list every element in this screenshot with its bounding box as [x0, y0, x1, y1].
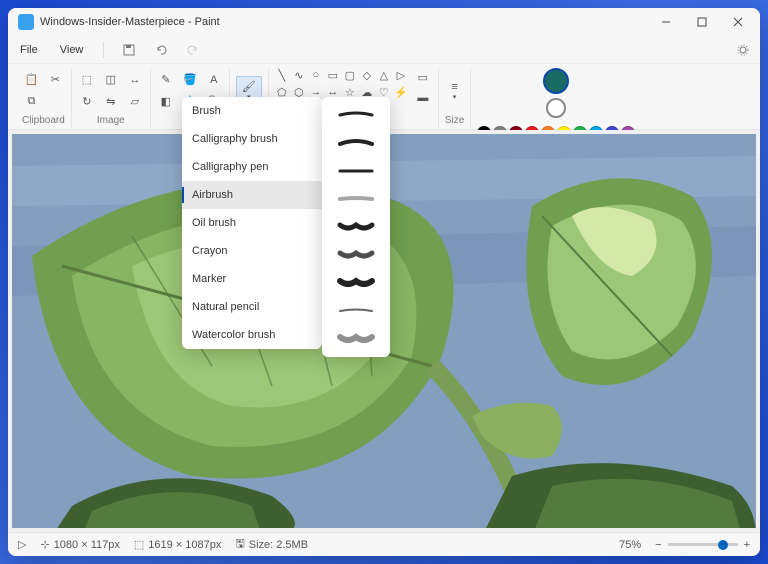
group-colors: Colors	[471, 68, 641, 129]
primary-color[interactable]	[543, 68, 569, 94]
undo-icon[interactable]	[152, 41, 170, 59]
brush-preview-stroke	[322, 241, 390, 269]
resize-icon[interactable]: ↔	[126, 71, 144, 89]
text-icon[interactable]: A	[205, 71, 223, 89]
shape-fill-icon[interactable]: ▬	[414, 89, 432, 107]
brush-preview-stroke	[322, 325, 390, 353]
status-position: ⊹ 1080 × 117px	[40, 538, 119, 551]
brush-option[interactable]: Natural pencil	[182, 293, 322, 321]
brush-option[interactable]: Calligraphy pen	[182, 153, 322, 181]
brush-preview	[322, 97, 390, 357]
maximize-button[interactable]	[684, 8, 720, 36]
group-size: ≡▾ Size	[439, 68, 471, 129]
window-title: Windows-Insider-Masterpiece - Paint	[40, 16, 648, 28]
brush-option[interactable]: Brush	[182, 97, 322, 125]
status-selection: ⬚ 1619 × 1087px	[134, 538, 222, 551]
copy-icon[interactable]: ⧉	[22, 93, 40, 111]
brush-preview-stroke	[322, 101, 390, 129]
group-label-clipboard: Clipboard	[22, 113, 65, 129]
brush-preview-stroke	[322, 213, 390, 241]
brush-preview-stroke	[322, 185, 390, 213]
zoom-out-button[interactable]: −	[655, 539, 661, 551]
cursor-icon: ▷	[18, 538, 26, 551]
redo-icon[interactable]	[184, 41, 202, 59]
brush-preview-stroke	[322, 297, 390, 325]
group-clipboard: 📋 ✂ ⧉ Clipboard	[16, 68, 72, 129]
group-label-size: Size	[445, 113, 464, 129]
menu-file[interactable]: File	[16, 41, 42, 59]
brush-preview-stroke	[322, 157, 390, 185]
save-icon[interactable]	[120, 41, 138, 59]
select-icon[interactable]: ⬚	[78, 71, 96, 89]
cut-icon[interactable]: ✂	[46, 71, 64, 89]
zoom-value: 75%	[619, 539, 641, 551]
brush-menu: BrushCalligraphy brushCalligraphy penAir…	[182, 97, 322, 349]
menubar: File View	[8, 36, 760, 64]
paste-icon[interactable]: 📋	[22, 71, 40, 89]
fill-icon[interactable]: 🪣	[181, 71, 199, 89]
brush-preview-stroke	[322, 269, 390, 297]
settings-icon[interactable]	[734, 41, 752, 59]
brush-option[interactable]: Calligraphy brush	[182, 125, 322, 153]
flip-icon[interactable]: ⇋	[102, 93, 120, 111]
pencil-icon[interactable]: ✎	[157, 71, 175, 89]
zoom-in-button[interactable]: +	[744, 539, 750, 551]
brush-option[interactable]: Oil brush	[182, 209, 322, 237]
statusbar: ▷ ⊹ 1080 × 117px ⬚ 1619 × 1087px 🖫 Size:…	[8, 532, 760, 556]
brush-option[interactable]: Crayon	[182, 237, 322, 265]
status-filesize: 🖫 Size: 2.5MB	[235, 535, 308, 554]
group-label-image: Image	[97, 113, 125, 129]
menu-view[interactable]: View	[56, 41, 88, 59]
group-image: ⬚ ◫ ↔ ↻ ⇋ ▱ Image	[72, 68, 151, 129]
zoom-slider[interactable]	[668, 543, 738, 546]
rotate-icon[interactable]: ↻	[78, 93, 96, 111]
titlebar: Windows-Insider-Masterpiece - Paint	[8, 8, 760, 36]
brush-option[interactable]: Marker	[182, 265, 322, 293]
brush-option[interactable]: Airbrush	[182, 181, 322, 209]
eraser-icon[interactable]: ◧	[157, 93, 175, 111]
shape-outline-icon[interactable]: ▭	[414, 68, 432, 86]
secondary-color[interactable]	[546, 98, 566, 118]
brush-option[interactable]: Watercolor brush	[182, 321, 322, 349]
crop-icon[interactable]: ◫	[102, 71, 120, 89]
brush-preview-stroke	[322, 129, 390, 157]
skew-icon[interactable]: ▱	[126, 93, 144, 111]
size-dropdown[interactable]: ≡▾	[446, 76, 464, 106]
app-icon	[18, 14, 34, 30]
close-button[interactable]	[720, 8, 756, 36]
minimize-button[interactable]	[648, 8, 684, 36]
